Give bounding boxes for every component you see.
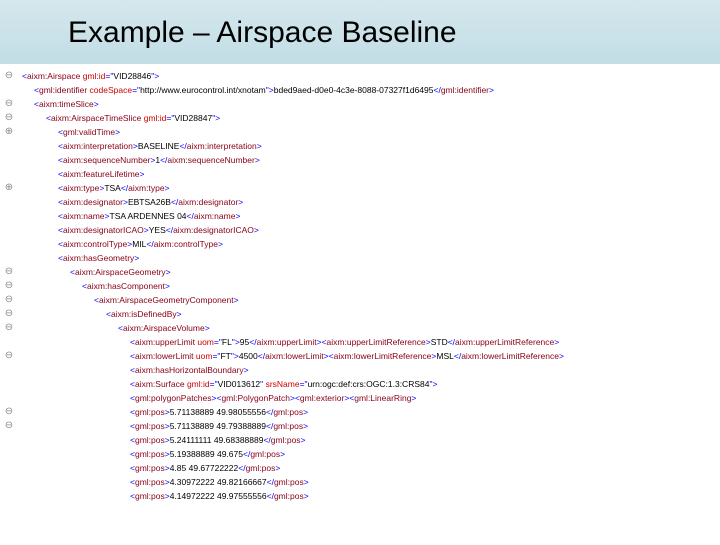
fold-icon (0, 251, 18, 265)
fold-icon (0, 237, 18, 251)
xml-viewer: ⊖⊖⊖⊕⊕⊖⊖⊖⊖⊖⊖⊖⊖ <aixm:Airspace gml:id="VID… (0, 65, 720, 503)
xml-line: <gml:identifier codeSpace="http://www.eu… (22, 83, 720, 97)
xml-line: <aixm:designatorICAO>YES</aixm:designato… (22, 223, 720, 237)
fold-icon (0, 209, 18, 223)
fold-icon (0, 335, 18, 349)
xml-line: <gml:pos>5.19388889 49.675</gml:pos> (22, 447, 720, 461)
fold-icon[interactable]: ⊖ (0, 279, 18, 293)
fold-icon (0, 517, 18, 531)
xml-line: <gml:polygonPatches><gml:PolygonPatch><g… (22, 391, 720, 405)
xml-line: <aixm:AirspaceVolume> (22, 321, 720, 335)
fold-icon[interactable]: ⊖ (0, 307, 18, 321)
xml-line: <aixm:interpretation>BASELINE</aixm:inte… (22, 139, 720, 153)
fold-icon[interactable]: ⊖ (0, 349, 18, 363)
xml-line: <gml:pos>4.14972222 49.97555556</gml:pos… (22, 489, 720, 503)
xml-lines: <aixm:Airspace gml:id="VID28846"><gml:id… (22, 69, 720, 503)
xml-line: <gml:pos>5.71138889 49.98055556</gml:pos… (22, 405, 720, 419)
fold-icon[interactable]: ⊖ (0, 419, 18, 433)
fold-icon (0, 139, 18, 153)
xml-line: <aixm:isDefinedBy> (22, 307, 720, 321)
fold-icon (0, 377, 18, 391)
fold-icon (0, 83, 18, 97)
fold-icon[interactable]: ⊕ (0, 125, 18, 139)
xml-line: <gml:pos>4.30972222 49.82166667</gml:pos… (22, 475, 720, 489)
fold-icon (0, 433, 18, 447)
xml-line: <aixm:designator>EBTSA26B</aixm:designat… (22, 195, 720, 209)
fold-icon (0, 461, 18, 475)
fold-icon[interactable]: ⊖ (0, 111, 18, 125)
fold-icon (0, 195, 18, 209)
xml-line: <aixm:Surface gml:id="VID013612" srsName… (22, 377, 720, 391)
xml-line: <aixm:AirspaceTimeSlice gml:id="VID28847… (22, 111, 720, 125)
xml-line: <aixm:timeSlice> (22, 97, 720, 111)
xml-line: <aixm:AirspaceGeometry> (22, 265, 720, 279)
xml-line: <aixm:type>TSA</aixm:type> (22, 181, 720, 195)
xml-line: <aixm:hasGeometry> (22, 251, 720, 265)
fold-icon (0, 167, 18, 181)
page-title: Example – Airspace Baseline (68, 16, 680, 50)
xml-line: <aixm:hasComponent> (22, 279, 720, 293)
xml-line: <aixm:name>TSA ARDENNES 04</aixm:name> (22, 209, 720, 223)
fold-icon (0, 531, 18, 545)
xml-line: <aixm:controlType>MIL</aixm:controlType> (22, 237, 720, 251)
fold-icon (0, 223, 18, 237)
fold-icon[interactable]: ⊖ (0, 405, 18, 419)
fold-icon[interactable]: ⊖ (0, 321, 18, 335)
xml-line: <aixm:Airspace gml:id="VID28846"> (22, 69, 720, 83)
fold-icon[interactable]: ⊖ (0, 293, 18, 307)
xml-line: <aixm:sequenceNumber>1</aixm:sequenceNum… (22, 153, 720, 167)
fold-gutter: ⊖⊖⊖⊕⊕⊖⊖⊖⊖⊖⊖⊖⊖ (0, 69, 18, 545)
fold-icon (0, 363, 18, 377)
xml-line: <gml:validTime> (22, 125, 720, 139)
fold-icon (0, 489, 18, 503)
slide-header: Example – Airspace Baseline (0, 0, 720, 65)
xml-line: <aixm:lowerLimit uom="FT">4500</aixm:low… (22, 349, 720, 363)
xml-line: <aixm:featureLifetime> (22, 167, 720, 181)
fold-icon[interactable]: ⊖ (0, 265, 18, 279)
fold-icon (0, 391, 18, 405)
fold-icon[interactable]: ⊖ (0, 97, 18, 111)
fold-icon (0, 447, 18, 461)
fold-icon (0, 503, 18, 517)
fold-icon (0, 153, 18, 167)
fold-icon (0, 475, 18, 489)
xml-line: <aixm:upperLimit uom="FL">95</aixm:upper… (22, 335, 720, 349)
fold-icon[interactable]: ⊕ (0, 181, 18, 195)
xml-line: <gml:pos>4.85 49.67722222</gml:pos> (22, 461, 720, 475)
xml-line: <gml:pos>5.71138889 49.79388889</gml:pos… (22, 419, 720, 433)
xml-line: <aixm:AirspaceGeometryComponent> (22, 293, 720, 307)
fold-icon[interactable]: ⊖ (0, 69, 18, 83)
xml-line: <gml:pos>5.24111111 49.68388889</gml:pos… (22, 433, 720, 447)
xml-line: <aixm:hasHorizontalBoundary> (22, 363, 720, 377)
